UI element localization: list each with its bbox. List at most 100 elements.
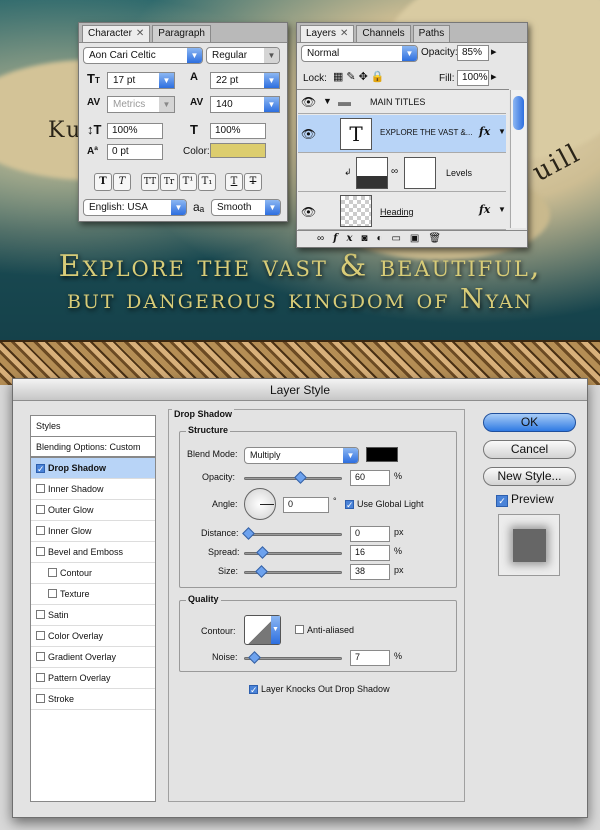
style-item-texture[interactable]: Texture xyxy=(31,584,155,605)
chevron-down-icon[interactable]: ▼ xyxy=(498,205,506,214)
checkbox-icon[interactable] xyxy=(36,484,45,493)
knockout-checkbox[interactable]: ✓ Layer Knocks Out Drop Shadow xyxy=(249,684,390,695)
lock-icons[interactable]: ▦✎✥🔒 xyxy=(333,70,388,83)
tab-character[interactable]: Character ✕ xyxy=(82,25,151,42)
spread-field[interactable]: 16 xyxy=(350,545,390,561)
strikethrough-button[interactable]: T xyxy=(244,173,262,191)
baseline-shift-field[interactable]: 0 pt xyxy=(107,144,163,160)
style-item-inner-shadow[interactable]: Inner Shadow xyxy=(31,479,155,500)
layer-row-group[interactable]: 👁 ▼ ▬ MAIN TITLES xyxy=(298,90,506,114)
leading-field[interactable]: 22 pt ▼ xyxy=(210,72,280,89)
checkbox-icon[interactable] xyxy=(36,694,45,703)
kerning-field[interactable]: Metrics ▼ xyxy=(107,96,175,113)
tab-paths[interactable]: Paths xyxy=(412,25,451,42)
anti-alias-select[interactable]: Smooth ▼ xyxy=(211,199,281,216)
style-item-satin[interactable]: Satin xyxy=(31,605,155,626)
size-slider[interactable] xyxy=(244,565,342,578)
superscript-button[interactable]: T¹ xyxy=(179,173,197,191)
checkbox-icon[interactable] xyxy=(36,631,45,640)
noise-slider[interactable] xyxy=(244,651,342,664)
style-item-bevel-and-emboss[interactable]: Bevel and Emboss xyxy=(31,542,155,563)
all-caps-button[interactable]: TT xyxy=(141,173,159,191)
checkbox-icon[interactable] xyxy=(36,652,45,661)
new-style-button[interactable]: New Style... xyxy=(483,467,576,486)
checkbox-icon[interactable] xyxy=(36,673,45,682)
expand-triangle-icon[interactable]: ▼ xyxy=(323,96,332,106)
tab-layers[interactable]: Layers ✕ xyxy=(300,25,355,42)
slider-knob[interactable] xyxy=(256,546,269,559)
faux-bold-button[interactable]: T xyxy=(94,173,112,191)
tab-paragraph[interactable]: Paragraph xyxy=(152,25,211,42)
chevron-right-icon[interactable]: ▸ xyxy=(491,70,497,83)
chevron-down-icon[interactable]: ▼ xyxy=(498,127,506,136)
text-color-swatch[interactable] xyxy=(210,143,266,158)
layer-row-text[interactable]: 👁 T EXPLORE THE VAST &... fx ▼ xyxy=(298,115,506,153)
slider-knob[interactable] xyxy=(294,471,308,484)
opacity-field[interactable]: 60 xyxy=(350,470,390,486)
shadow-blend-mode-select[interactable]: Multiply ▼ xyxy=(244,447,359,464)
checkbox-icon[interactable] xyxy=(48,568,57,577)
checkbox-icon[interactable] xyxy=(36,610,45,619)
shadow-color-swatch[interactable] xyxy=(366,447,398,462)
tab-channels[interactable]: Channels xyxy=(356,25,411,42)
ok-button[interactable]: OK xyxy=(483,413,576,432)
layers-footer-icons[interactable]: ∞fx◙◐▭▣🗑 xyxy=(297,230,527,247)
anti-aliased-checkbox[interactable]: Anti-aliased xyxy=(295,625,354,635)
style-item-drop-shadow[interactable]: ✓ Drop Shadow xyxy=(31,458,155,479)
style-item-outer-glow[interactable]: Outer Glow xyxy=(31,500,155,521)
scrollbar-thumb[interactable] xyxy=(513,96,524,130)
blending-options[interactable]: Blending Options: Custom xyxy=(31,437,155,458)
eye-icon[interactable]: 👁 xyxy=(301,95,316,109)
small-caps-button[interactable]: Tr xyxy=(160,173,178,191)
subscript-button[interactable]: T₁ xyxy=(198,173,216,191)
font-style-select[interactable]: Regular ▼ xyxy=(206,47,280,64)
layer-row-heading[interactable]: 👁 Heading fx ▼ xyxy=(298,193,506,230)
style-item-gradient-overlay[interactable]: Gradient Overlay xyxy=(31,647,155,668)
cancel-button[interactable]: Cancel xyxy=(483,440,576,459)
close-icon[interactable]: ✕ xyxy=(136,28,144,39)
eye-icon[interactable]: 👁 xyxy=(301,127,316,141)
checkbox-icon[interactable] xyxy=(48,589,57,598)
checkbox-icon[interactable] xyxy=(36,505,45,514)
checkmark-icon[interactable]: ✓ xyxy=(36,464,45,474)
angle-dial[interactable] xyxy=(244,488,276,520)
layers-scrollbar[interactable] xyxy=(510,90,526,228)
faux-italic-button[interactable]: T xyxy=(113,173,131,191)
style-item-stroke[interactable]: Stroke xyxy=(31,689,155,710)
distance-field[interactable]: 0 xyxy=(350,526,390,542)
font-size-field[interactable]: 17 pt ▼ xyxy=(107,72,175,89)
preview-checkbox[interactable]: ✓ Preview xyxy=(496,492,554,507)
style-item-color-overlay[interactable]: Color Overlay xyxy=(31,626,155,647)
spread-slider[interactable] xyxy=(244,546,342,559)
chevron-right-icon[interactable]: ▸ xyxy=(491,45,497,58)
slider-knob[interactable] xyxy=(248,651,261,664)
language-select[interactable]: English: USA ▼ xyxy=(83,199,187,216)
slider-knob[interactable] xyxy=(255,565,268,578)
opacity-slider[interactable] xyxy=(244,471,342,484)
checkbox-icon[interactable] xyxy=(36,547,45,556)
fx-icon[interactable]: fx xyxy=(479,203,490,216)
contour-picker[interactable]: ▼ xyxy=(244,615,281,645)
styles-header[interactable]: Styles xyxy=(31,416,155,437)
tracking-field[interactable]: 140 ▼ xyxy=(210,96,280,113)
fx-icon[interactable]: fx xyxy=(479,125,490,138)
layer-opacity-field[interactable]: 85% xyxy=(457,45,489,61)
style-item-inner-glow[interactable]: Inner Glow xyxy=(31,521,155,542)
angle-field[interactable]: 0 xyxy=(283,497,329,513)
font-family-select[interactable]: Aon Cari Celtic ▼ xyxy=(83,47,203,64)
slider-knob[interactable] xyxy=(242,527,255,540)
noise-field[interactable]: 7 xyxy=(350,650,390,666)
layer-row-levels[interactable]: ↲ ∞ Levels xyxy=(298,154,506,192)
eye-icon[interactable]: 👁 xyxy=(301,205,316,219)
close-icon[interactable]: ✕ xyxy=(340,28,348,39)
style-item-contour[interactable]: Contour xyxy=(31,563,155,584)
blend-mode-select[interactable]: Normal ▼ xyxy=(301,45,418,62)
horizontal-scale-field[interactable]: 100% xyxy=(210,123,266,139)
distance-slider[interactable] xyxy=(242,527,342,540)
vertical-scale-field[interactable]: 100% xyxy=(107,123,163,139)
size-field[interactable]: 38 xyxy=(350,564,390,580)
checkbox-icon[interactable] xyxy=(36,526,45,535)
use-global-light-checkbox[interactable]: ✓ Use Global Light xyxy=(345,499,424,510)
link-icon[interactable]: ∞ xyxy=(391,166,398,177)
style-item-pattern-overlay[interactable]: Pattern Overlay xyxy=(31,668,155,689)
